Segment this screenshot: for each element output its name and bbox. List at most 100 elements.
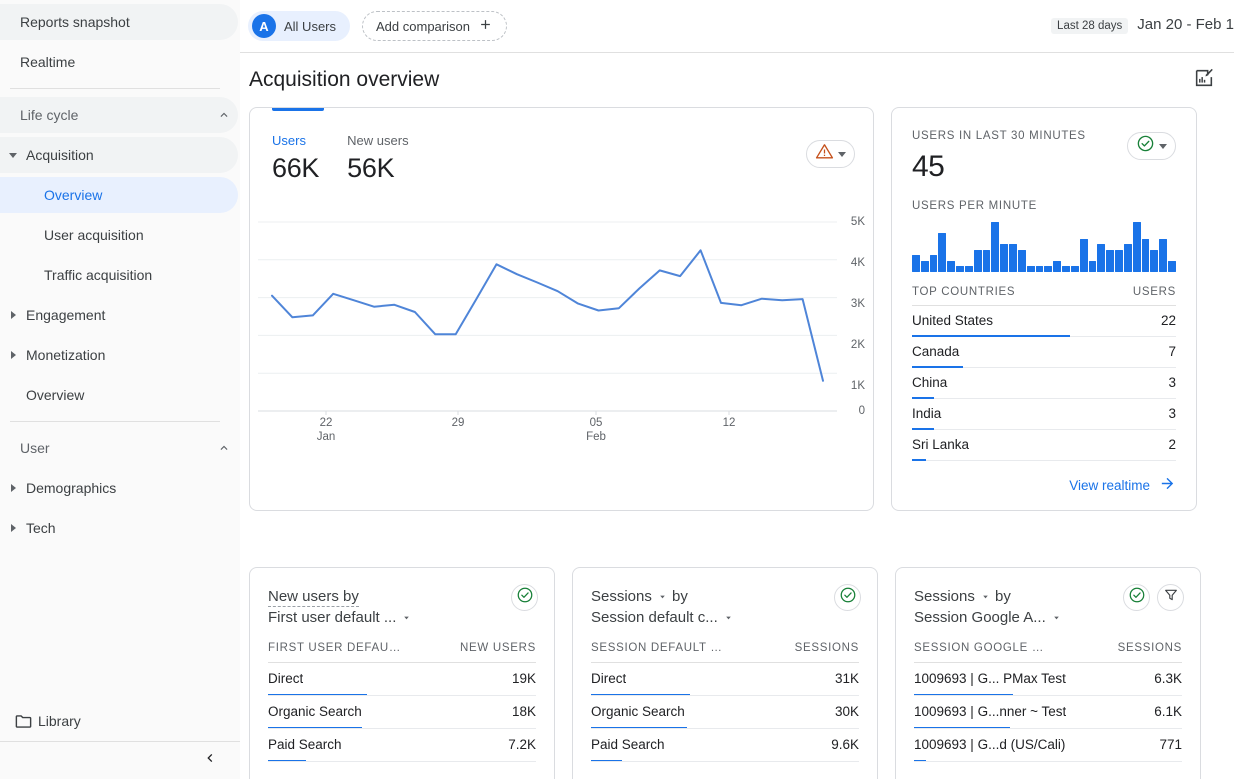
sparkline-bar [1142,239,1150,272]
add-comparison-button[interactable]: Add comparison [362,11,507,41]
sidebar-item-overview[interactable]: Overview [0,177,238,213]
cell-dimension: Paid Search [591,737,665,752]
metric-value: 56K [347,153,408,184]
view-realtime-label: View realtime [1069,478,1150,493]
view-realtime-link[interactable]: View realtime [912,475,1176,495]
sparkline-bar [1115,250,1123,272]
metric-select[interactable]: Sessions [591,586,668,607]
sidebar-item-reports-snapshot[interactable]: Reports snapshot [0,4,238,40]
table-row[interactable]: Sri Lanka2 [912,430,1176,461]
sidebar-item-label: Library [38,713,81,729]
sidebar-item-engagement[interactable]: Engagement [0,297,238,333]
sidebar-item-library[interactable]: Library [0,701,240,741]
cell-metric: 19K [512,671,536,686]
sidebar-item-label: Overview [26,187,238,203]
table-row[interactable]: 1009693 | G... PMax Test 6.3K [914,663,1182,696]
cell-metric: 771 [1159,737,1182,752]
data-quality-button[interactable] [1123,584,1150,611]
table-row[interactable]: 1009693 | G...nner ~ Test 6.1K [914,696,1182,729]
audience-chip-all-users[interactable]: A All Users [248,11,350,41]
sidebar-item-label: Monetization [26,347,238,363]
dimension-select[interactable]: Session default c... [591,607,734,628]
metric-select[interactable]: Sessions [914,586,991,607]
cell-metric: 30K [835,704,859,719]
audience-label: All Users [284,19,336,34]
table-row[interactable]: India3 [912,399,1176,430]
realtime-status-dropdown[interactable] [1127,132,1176,160]
card-title: New users by First user default ... [268,586,468,628]
dimension-select-label: First user default ... [268,607,396,628]
table-header: SESSION DEFAULT … SESSIONS [591,642,859,663]
check-circle-icon [1136,134,1155,158]
sidebar-item-traffic-acquisition[interactable]: Traffic acquisition [0,257,238,293]
card-title-by: by [672,588,688,605]
x-axis-labels: 22Jan 29 05Feb 12 [250,416,874,456]
data-quality-button[interactable] [511,584,538,611]
table-row[interactable]: China3 [912,368,1176,399]
sparkline-bar [991,222,999,272]
row-bar [914,760,926,763]
row-bar [912,459,926,461]
sidebar-collapse-button[interactable] [0,741,240,779]
metric-tab-users[interactable]: Users 66K [272,133,319,184]
cell-dimension: Canada [912,344,959,359]
column-header-dimension: SESSION DEFAULT … [591,642,723,654]
sidebar-item-label: User acquisition [26,227,238,243]
top-countries-table-header: TOP COUNTRIES USERS [912,286,1176,306]
table-row[interactable]: 1009693 | G...d (US/Cali) 771 [914,729,1182,762]
users-trend-card: Users 66K New users 56K [249,107,874,511]
sidebar-item-realtime[interactable]: Realtime [0,44,238,80]
users-line-chart: 5K 4K 3K 2K 1K 0 22Jan 29 05Feb 12 [250,218,874,448]
sidebar-item-demographics[interactable]: Demographics [0,470,238,506]
row-bar [268,760,306,763]
realtime-header: USERS IN LAST 30 MINUTES 45 [912,130,1176,184]
sidebar-item-tech[interactable]: Tech [0,510,238,546]
dimension-select-label: Session Google A... [914,607,1046,628]
table-row[interactable]: Paid Search 9.6K [591,729,859,762]
breakdown-card-1: New users by First user default ... FIRS… [249,567,555,779]
metric-tab-new-users[interactable]: New users 56K [347,133,408,184]
realtime-users-label: USERS IN LAST 30 MINUTES [912,130,1127,142]
column-header-dimension: TOP COUNTRIES [912,286,1015,298]
data-quality-button[interactable] [834,584,861,611]
chevron-left-icon [202,750,218,771]
sidebar-divider-2 [10,421,220,422]
card-title-prefix: New users by [268,588,359,607]
table-row[interactable]: United States22 [912,306,1176,337]
table-row[interactable]: Direct 31K [591,663,859,696]
dimension-select[interactable]: Session Google A... [914,607,1062,628]
card-actions [1123,584,1184,611]
table-row[interactable]: Paid Search 7.2K [268,729,536,762]
cell-metric: 7 [1168,344,1176,359]
sidebar-group-life-cycle[interactable]: Life cycle [0,97,238,133]
dimension-select[interactable]: First user default ... [268,607,412,628]
cell-metric: 3 [1168,406,1176,421]
filter-button[interactable] [1157,584,1184,611]
cell-metric: 3 [1168,375,1176,390]
sparkline-bar [912,255,920,272]
sidebar-group-user[interactable]: User [0,430,238,466]
sidebar-item-label: Reports snapshot [20,14,238,30]
cell-metric: 7.2K [508,737,536,752]
table-row[interactable]: Organic Search 18K [268,696,536,729]
table-row[interactable]: Organic Search 30K [591,696,859,729]
cell-metric: 31K [835,671,859,686]
edit-chart-icon[interactable] [1191,65,1217,91]
add-comparison-label: Add comparison [376,19,470,34]
sparkline-bar [974,250,982,272]
sidebar-item-label: Realtime [20,54,238,70]
chevron-up-icon [210,441,238,455]
main-content: A All Users Add comparison Last 28 days … [240,0,1234,779]
sidebar-item-acquisition[interactable]: Acquisition [0,137,238,173]
cards-row-top: Users 66K New users 56K [249,107,1225,511]
sidebar-item-monetization[interactable]: Monetization [0,337,238,373]
data-quality-dropdown[interactable] [806,140,855,168]
metric-tabs: Users 66K New users 56K [250,108,873,184]
sidebar-item-user-acquisition[interactable]: User acquisition [0,217,238,253]
table-row[interactable]: Canada 7 [912,337,1176,368]
sparkline-bar [1097,244,1105,272]
sidebar-item-overview-2[interactable]: Overview [0,377,238,413]
date-range-selector[interactable]: Last 28 days Jan 20 - Feb 1 [1051,16,1234,34]
realtime-card-body: USERS IN LAST 30 MINUTES 45 [892,108,1196,495]
table-row[interactable]: Direct 19K [268,663,536,696]
